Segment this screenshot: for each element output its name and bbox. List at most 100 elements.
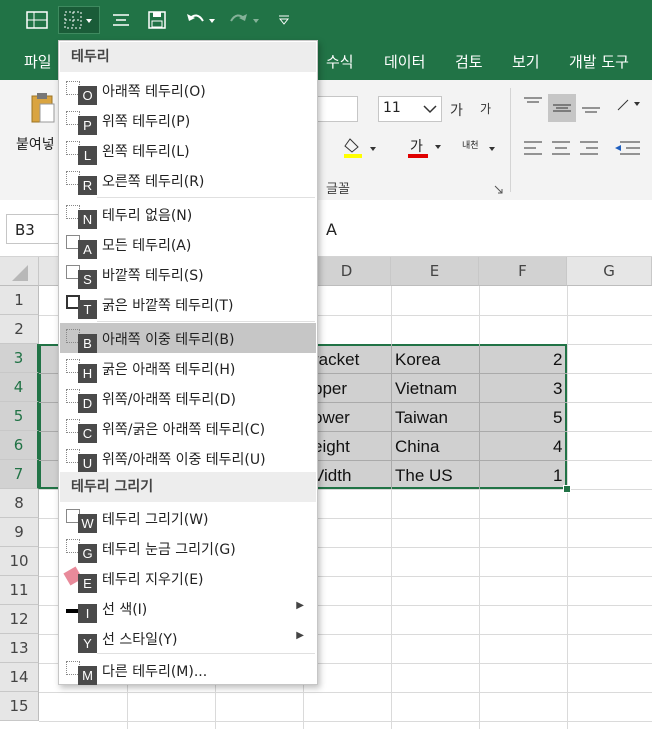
redo-icon[interactable] [226, 6, 262, 34]
cell-f4[interactable]: 3 [553, 374, 562, 403]
row-header[interactable]: 4 [0, 373, 39, 402]
tab-data[interactable]: 데이터 [384, 51, 425, 72]
tab-review[interactable]: 검토 [455, 51, 483, 72]
column-header-g[interactable]: G [567, 257, 652, 286]
menu-item-top-bottom-border[interactable]: D 위쪽/아래쪽 테두리(D) [60, 383, 316, 413]
formula-input[interactable]: A [326, 220, 337, 239]
paste-button[interactable]: 붙여넣 [16, 134, 55, 154]
cell-d5[interactable]: ower [313, 403, 350, 432]
keytip: P [78, 116, 97, 135]
keytip: N [78, 210, 97, 229]
row-header[interactable]: 11 [0, 576, 39, 605]
shrink-font-button[interactable]: 가 [480, 100, 491, 117]
cell-e4[interactable]: Vietnam [395, 374, 457, 403]
menu-item-no-border[interactable]: N 테두리 없음(N) [60, 199, 316, 229]
tab-formulas[interactable]: 수식 [326, 51, 354, 72]
font-group-label: 글꼴 [326, 182, 350, 197]
menu-item-label: 위쪽/아래쪽 이중 테두리(U) [102, 452, 266, 468]
menu-item-top-double-bottom-border[interactable]: U 위쪽/아래쪽 이중 테두리(U) [60, 443, 316, 473]
menu-item-right-border[interactable]: R 오른쪽 테두리(R) [60, 165, 316, 195]
row-header[interactable]: 5 [0, 402, 39, 431]
cell-e7[interactable]: The US [395, 461, 453, 490]
cell-e6[interactable]: China [395, 432, 439, 461]
phonetic-button[interactable]: 내천 [460, 136, 500, 162]
keytip: M [78, 666, 97, 685]
font-name-combo[interactable] [318, 96, 358, 122]
row-header[interactable]: 7 [0, 460, 39, 489]
fill-handle[interactable] [563, 485, 571, 493]
cell-f6[interactable]: 4 [553, 432, 562, 461]
align-icon[interactable] [108, 6, 134, 34]
font-size-value: 11 [383, 100, 401, 116]
align-center-icon[interactable] [550, 138, 572, 158]
menu-item-line-style[interactable]: Y 선 스타일(Y) ▶ [60, 623, 316, 653]
menu-item-label: 테두리 그리기(W) [102, 512, 209, 528]
table-view-icon[interactable] [22, 6, 52, 34]
orientation-icon[interactable] [614, 94, 644, 116]
quick-access-toolbar [0, 0, 652, 40]
cell-f7[interactable]: 1 [553, 461, 562, 490]
menu-item-bottom-double-border[interactable]: B 아래쪽 이중 테두리(B) [60, 323, 316, 353]
menu-item-erase-border[interactable]: E 테두리 지우기(E) [60, 563, 316, 593]
phonetic-label: 내천 [462, 141, 479, 151]
menu-item-draw-border-grid[interactable]: G 테두리 눈금 그리기(G) [60, 533, 316, 563]
cell-f5[interactable]: 5 [553, 403, 562, 432]
row-header[interactable]: 15 [0, 692, 39, 721]
font-color-button[interactable]: 가 [404, 136, 448, 162]
undo-icon[interactable] [182, 6, 218, 34]
cell-e5[interactable]: Taiwan [395, 403, 448, 432]
menu-header-borders: 테두리 [60, 42, 316, 72]
grow-font-button[interactable]: 가 [450, 100, 463, 120]
dialog-launcher-icon[interactable] [494, 182, 503, 194]
menu-item-left-border[interactable]: L 왼쪽 테두리(L) [60, 135, 316, 165]
save-icon[interactable] [144, 6, 170, 34]
border-dropdown-button[interactable] [58, 6, 100, 34]
menu-item-more-borders[interactable]: M 다른 테두리(M)... [60, 655, 316, 685]
paste-icon[interactable] [30, 92, 56, 124]
align-top-icon[interactable] [522, 94, 544, 116]
customize-icon[interactable] [274, 6, 294, 34]
menu-item-bottom-border[interactable]: O 아래쪽 테두리(O) [60, 75, 316, 105]
font-size-combo[interactable]: 11 [378, 96, 442, 122]
menu-item-draw-border[interactable]: W 테두리 그리기(W) [60, 503, 316, 533]
tab-view[interactable]: 보기 [512, 51, 540, 72]
tab-file[interactable]: 파일 [24, 51, 52, 72]
menu-item-thick-bottom-border[interactable]: H 굵은 아래쪽 테두리(H) [60, 353, 316, 383]
column-header-e[interactable]: E [391, 257, 479, 286]
menu-item-top-border[interactable]: P 위쪽 테두리(P) [60, 105, 316, 135]
row-header[interactable]: 10 [0, 547, 39, 576]
cell-e3[interactable]: Korea [395, 345, 440, 374]
menu-item-line-color[interactable]: I 선 색(I) ▶ [60, 593, 316, 623]
cell-d3[interactable]: racket [313, 345, 359, 374]
submenu-arrow-icon: ▶ [296, 630, 304, 641]
cell-d7[interactable]: Vidth [313, 461, 351, 490]
align-bottom-icon[interactable] [580, 94, 602, 116]
row-header[interactable]: 8 [0, 489, 39, 518]
row-header[interactable]: 12 [0, 605, 39, 634]
select-all-corner[interactable] [0, 257, 39, 286]
cell-d6[interactable]: eight [313, 432, 350, 461]
row-header[interactable]: 14 [0, 663, 39, 692]
menu-separator [97, 197, 315, 198]
row-header[interactable]: 2 [0, 315, 39, 344]
tab-developer[interactable]: 개발 도구 [569, 51, 629, 72]
menu-item-thick-outside-borders[interactable]: T 굵은 바깥쪽 테두리(T) [60, 289, 316, 319]
menu-item-all-borders[interactable]: A 모든 테두리(A) [60, 229, 316, 259]
align-left-icon[interactable] [522, 138, 544, 158]
row-header[interactable]: 13 [0, 634, 39, 663]
cell-d4[interactable]: pper [313, 374, 347, 403]
menu-item-top-thick-bottom-border[interactable]: C 위쪽/굵은 아래쪽 테두리(C) [60, 413, 316, 443]
column-header-f[interactable]: F [479, 257, 567, 286]
align-right-icon[interactable] [578, 138, 600, 158]
name-box[interactable]: B3 [6, 214, 66, 244]
row-header[interactable]: 9 [0, 518, 39, 547]
row-header[interactable]: 6 [0, 431, 39, 460]
row-header[interactable]: 3 [0, 344, 39, 373]
decrease-indent-icon[interactable] [612, 138, 642, 158]
align-middle-icon[interactable] [548, 94, 576, 122]
cell-f3[interactable]: 2 [553, 345, 562, 374]
menu-item-outside-borders[interactable]: S 바깥쪽 테두리(S) [60, 259, 316, 289]
borders-menu: 테두리 O 아래쪽 테두리(O) P 위쪽 테두리(P) L 왼쪽 테두리(L) R오… [58, 40, 318, 685]
fill-color-button[interactable] [340, 136, 384, 162]
row-header[interactable]: 1 [0, 286, 39, 315]
